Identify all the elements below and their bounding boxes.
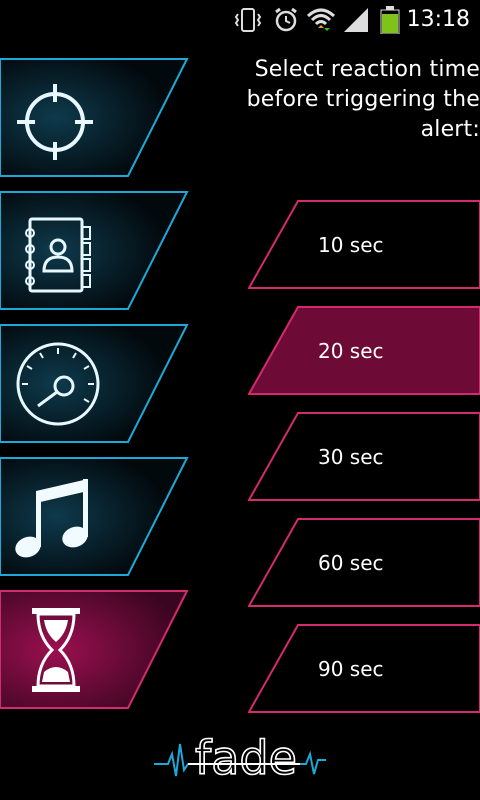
alarm-icon bbox=[275, 7, 297, 32]
nav-speed[interactable] bbox=[0, 324, 190, 444]
option-label: 60 sec bbox=[318, 551, 384, 575]
nav-music[interactable] bbox=[0, 457, 190, 577]
option-label: 30 sec bbox=[318, 445, 384, 469]
nav-contacts[interactable] bbox=[0, 191, 190, 311]
fade-logo: fade bbox=[150, 730, 330, 790]
music-note-icon bbox=[15, 479, 88, 558]
option-60-sec[interactable]: 60 sec bbox=[248, 518, 480, 608]
logo-text: fade bbox=[195, 731, 297, 785]
option-10-sec[interactable]: 10 sec bbox=[248, 200, 480, 290]
clock: 13:18 bbox=[406, 7, 470, 32]
option-label: 10 sec bbox=[318, 233, 384, 257]
address-book-icon bbox=[25, 217, 91, 293]
prompt-line-3: alert: bbox=[420, 117, 480, 142]
option-label: 90 sec bbox=[318, 657, 384, 681]
nav-timer[interactable] bbox=[0, 590, 190, 710]
reaction-time-prompt: Select reaction time before triggering t… bbox=[180, 55, 480, 145]
crosshair-icon bbox=[17, 84, 93, 160]
prompt-line-2: before triggering the bbox=[246, 87, 480, 112]
option-label: 20 sec bbox=[318, 339, 384, 363]
signal-icon bbox=[344, 8, 368, 32]
prompt-line-1: Select reaction time bbox=[254, 57, 480, 82]
battery-icon bbox=[380, 6, 400, 34]
speedometer-icon bbox=[16, 342, 100, 426]
option-90-sec[interactable]: 90 sec bbox=[248, 624, 480, 714]
wifi-icon bbox=[306, 8, 336, 31]
option-20-sec[interactable]: 20 sec bbox=[248, 306, 480, 396]
option-30-sec[interactable]: 30 sec bbox=[248, 412, 480, 502]
status-bar: 13:18 bbox=[0, 0, 480, 40]
vibrate-icon bbox=[234, 8, 262, 32]
hourglass-icon bbox=[32, 608, 80, 692]
nav-crosshair[interactable] bbox=[0, 58, 190, 178]
